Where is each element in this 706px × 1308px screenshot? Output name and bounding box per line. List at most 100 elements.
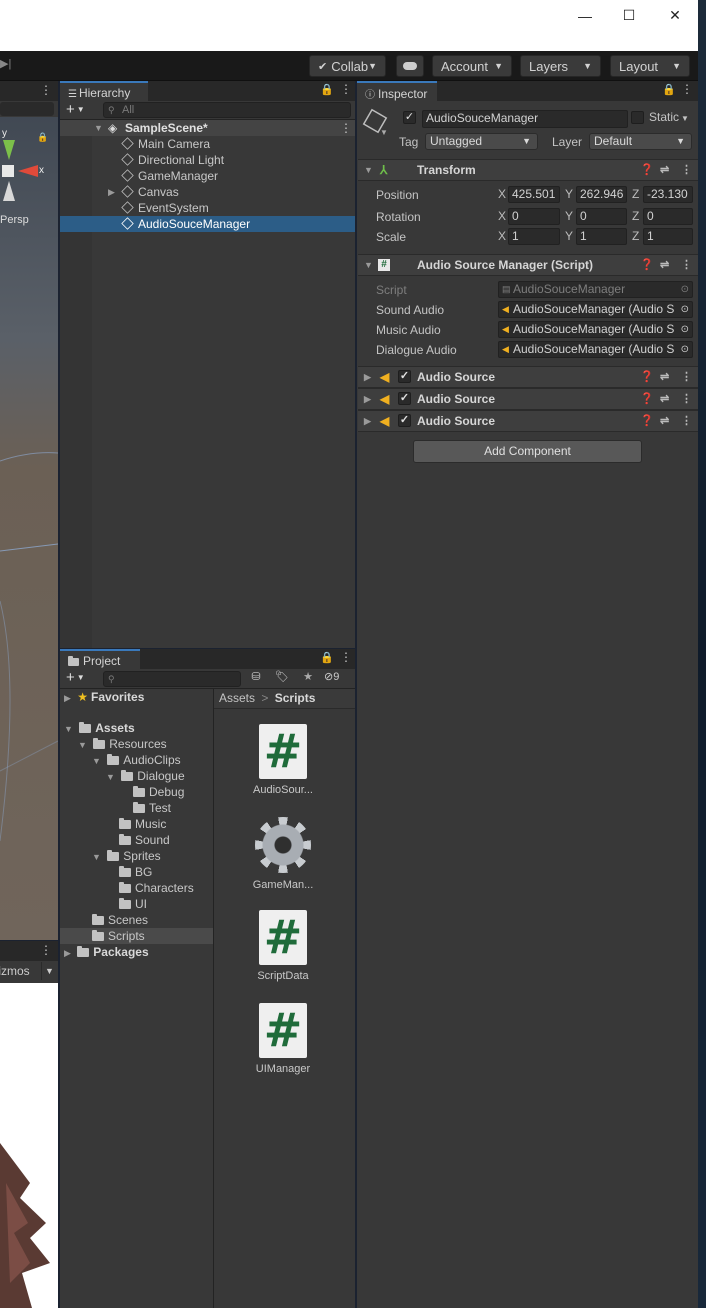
expand-arrow-icon[interactable]: ▼ [92, 852, 101, 862]
hidden-packages-toggle[interactable]: ⊘9 [324, 670, 354, 687]
more-icon[interactable]: ⋮ [681, 255, 692, 275]
audio-source-header[interactable]: ▶ ◀ ✓ Audio Source ❓ ⇌ ⋮ [358, 388, 698, 410]
hierarchy-item-canvas[interactable]: ▶ Canvas [60, 184, 355, 200]
tree-resources[interactable]: ▼ Resources [78, 736, 167, 752]
hierarchy-item-main-camera[interactable]: Main Camera [60, 136, 355, 152]
gizmos-button[interactable]: Gizmos [0, 964, 30, 978]
tree-test[interactable]: Test [133, 800, 171, 816]
expand-arrow-icon[interactable]: ▶ [64, 948, 71, 958]
asset-scriptdata[interactable]: # ScriptData [248, 910, 318, 982]
breadcrumb-scripts[interactable]: Scripts [275, 691, 316, 705]
scale-z-field[interactable]: 1 [643, 228, 693, 245]
expand-arrow-icon[interactable]: ▼ [94, 120, 103, 136]
game-view[interactable] [0, 983, 58, 1308]
more-icon[interactable]: ⋮ [40, 83, 52, 97]
minimize-button[interactable]: — [562, 0, 608, 31]
create-button[interactable]: + ▼ [66, 669, 85, 686]
object-picker-icon[interactable]: ⊙ [680, 302, 689, 317]
object-picker-icon[interactable]: ⊙ [680, 342, 689, 357]
tree-scripts[interactable]: Scripts [60, 928, 213, 944]
help-icon[interactable]: ❓ [640, 411, 654, 431]
favorite-button[interactable]: ★ [298, 670, 318, 687]
more-icon[interactable]: ⋮ [340, 82, 352, 96]
more-icon[interactable]: ⋮ [681, 411, 692, 431]
chevron-down-icon[interactable]: ▼ [41, 962, 57, 980]
hierarchy-item-audiosoucemanager[interactable]: AudioSouceManager [60, 216, 355, 232]
enabled-checkbox[interactable]: ✓ [398, 414, 411, 427]
expand-arrow-icon[interactable]: ▼ [364, 160, 373, 180]
object-picker-icon[interactable]: ⊙ [680, 322, 689, 337]
layers-dropdown[interactable]: Layers ▼ [520, 55, 601, 77]
expand-arrow-icon[interactable]: ▶ [108, 184, 115, 200]
tree-favorites[interactable]: ▶ ★ Favorites [64, 689, 144, 705]
presets-icon[interactable]: ⇌ [660, 389, 669, 409]
scale-y-field[interactable]: 1 [576, 228, 627, 245]
enabled-checkbox[interactable]: ✓ [398, 392, 411, 405]
scene-view[interactable] [0, 81, 58, 940]
presets-icon[interactable]: ⇌ [660, 160, 669, 180]
expand-arrow-icon[interactable]: ▼ [78, 740, 87, 750]
expand-arrow-icon[interactable]: ▼ [64, 724, 73, 734]
expand-arrow-icon[interactable]: ▶ [364, 411, 371, 431]
asset-audiosourcemanager[interactable]: # AudioSour... [248, 724, 318, 796]
presets-icon[interactable]: ⇌ [660, 367, 669, 387]
tree-assets[interactable]: ▼ Assets [64, 720, 135, 736]
enabled-checkbox[interactable]: ✓ [398, 370, 411, 383]
audio-source-header[interactable]: ▶ ◀ ✓ Audio Source ❓ ⇌ ⋮ [358, 410, 698, 432]
tree-sprites[interactable]: ▼ Sprites [92, 848, 161, 864]
asset-uimanager[interactable]: # UIManager [248, 1003, 318, 1075]
hierarchy-item-gamemanager[interactable]: GameManager [60, 168, 355, 184]
filter-type-button[interactable]: ⛁ [246, 670, 266, 687]
layout-dropdown[interactable]: Layout ▼ [610, 55, 690, 77]
rotation-y-field[interactable]: 0 [576, 208, 627, 225]
tree-music[interactable]: Music [119, 816, 166, 832]
lock-icon[interactable]: 🔒 [37, 132, 48, 143]
tree-packages[interactable]: ▶ Packages [64, 944, 149, 960]
lock-icon[interactable]: 🔒 [320, 651, 334, 664]
lock-icon[interactable]: 🔒 [662, 83, 676, 96]
filter-label-button[interactable]: 🏷 [272, 670, 292, 687]
rotation-z-field[interactable]: 0 [643, 208, 693, 225]
layer-dropdown[interactable]: Default ▼ [589, 133, 692, 150]
more-icon[interactable]: ⋮ [681, 160, 692, 180]
tree-scenes[interactable]: Scenes [92, 912, 148, 928]
expand-arrow-icon[interactable]: ▼ [92, 756, 101, 766]
position-y-field[interactable]: 262.946 [576, 186, 627, 203]
lock-icon[interactable]: 🔒 [320, 83, 334, 96]
more-icon[interactable]: ⋮ [340, 120, 352, 136]
help-icon[interactable]: ❓ [640, 160, 654, 180]
more-icon[interactable]: ⋮ [681, 367, 692, 387]
add-button[interactable]: + ▼ [66, 101, 85, 118]
music-audio-field[interactable]: ◀ AudioSouceManager (Audio S ⊙ [498, 321, 693, 338]
position-x-field[interactable]: 425.501 [508, 186, 560, 203]
expand-arrow-icon[interactable]: ▶ [64, 693, 71, 703]
cloud-button[interactable] [396, 55, 424, 77]
static-dropdown[interactable]: Static ▼ [649, 110, 689, 124]
help-icon[interactable]: ❓ [640, 389, 654, 409]
account-dropdown[interactable]: Account ▼ [432, 55, 512, 77]
tag-dropdown[interactable]: Untagged ▼ [425, 133, 538, 150]
asset-gamemanager[interactable]: GameMan... [248, 817, 318, 891]
add-component-button[interactable]: Add Component [413, 440, 642, 463]
tab-project[interactable]: Project [60, 649, 140, 669]
transform-header[interactable]: ▼ ⅄ Transform ❓ ⇌ ⋮ [358, 159, 698, 181]
breadcrumb-assets[interactable]: Assets [219, 691, 255, 705]
project-search-input[interactable]: ⚲ [103, 671, 241, 687]
active-checkbox[interactable]: ✓ [403, 111, 416, 124]
orientation-gizmo[interactable]: y x 🔒 [0, 126, 58, 206]
tree-debug[interactable]: Debug [133, 784, 184, 800]
step-icon[interactable]: ▶| [0, 57, 11, 70]
help-icon[interactable]: ❓ [640, 255, 654, 275]
more-icon[interactable]: ⋮ [681, 82, 693, 96]
expand-arrow-icon[interactable]: ▶ [364, 389, 371, 409]
more-icon[interactable]: ⋮ [340, 650, 352, 664]
script-component-header[interactable]: ▼ # Audio Source Manager (Script) ❓ ⇌ ⋮ [358, 254, 698, 276]
tree-audioclips[interactable]: ▼ AudioClips [92, 752, 181, 768]
hierarchy-search-input[interactable]: ⚲ All [103, 102, 351, 118]
expand-arrow-icon[interactable]: ▶ [364, 367, 371, 387]
presets-icon[interactable]: ⇌ [660, 255, 669, 275]
close-button[interactable]: ✕ [652, 0, 698, 31]
tab-inspector[interactable]: ⓘ Inspector [357, 81, 437, 101]
expand-arrow-icon[interactable]: ▼ [106, 772, 115, 782]
tree-dialogue[interactable]: ▼ Dialogue [106, 768, 185, 784]
